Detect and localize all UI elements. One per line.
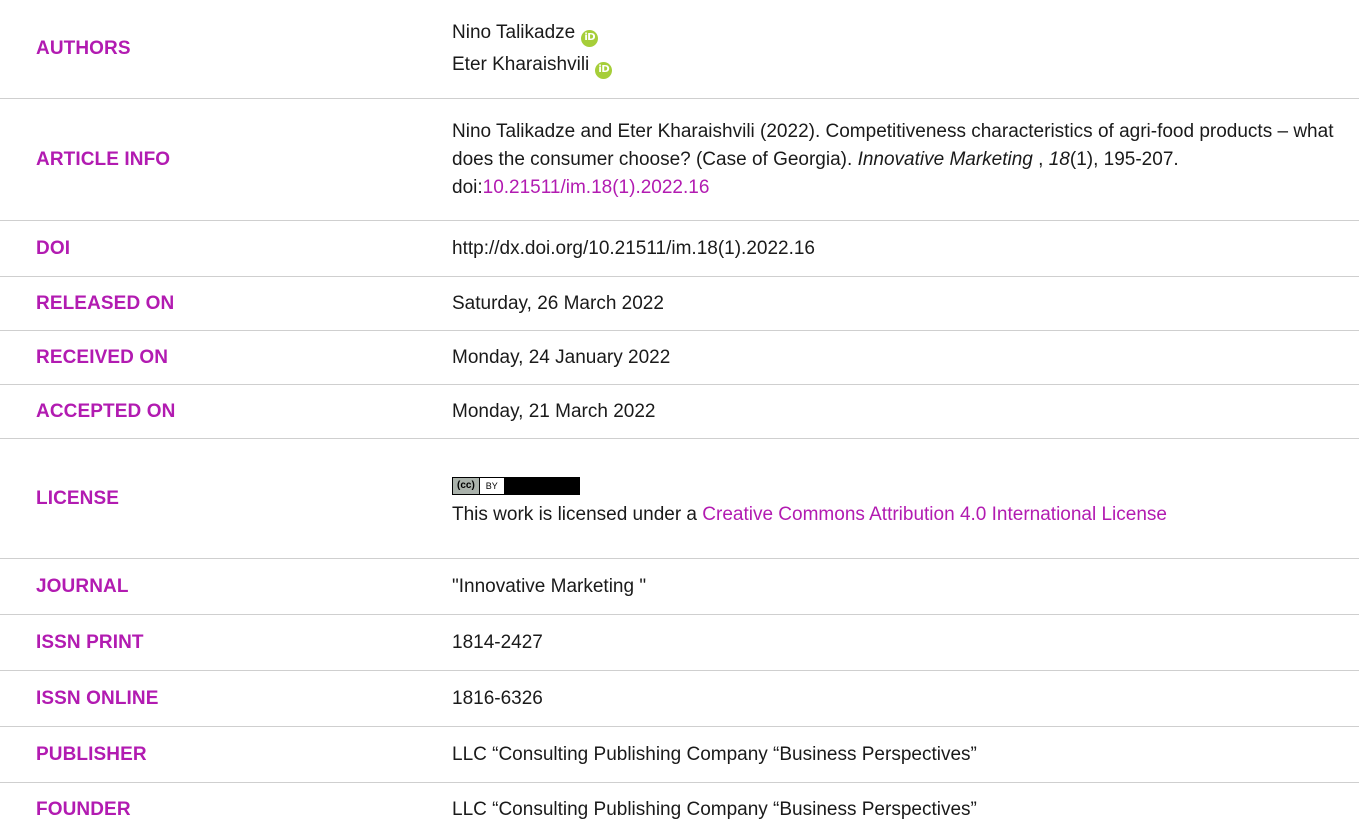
row-accepted-on: ACCEPTED ON Monday, 21 March 2022 [0,384,1359,438]
citation-sep: , [1032,148,1049,170]
received-value: Monday, 24 January 2022 [452,346,671,368]
citation-doi-link[interactable]: 10.21511/im.18(1).2022.16 [483,177,710,198]
article-info-label: ARTICLE INFO [36,148,171,170]
license-link[interactable]: Creative Commons Attribution 4.0 Interna… [702,504,1167,525]
row-issn-online: ISSN ONLINE 1816-6326 [0,670,1359,726]
author-item[interactable]: Eter Kharaishvili iD [452,51,1339,79]
founder-label: FOUNDER [36,799,131,820]
issn-print-label: ISSN PRINT [36,631,144,653]
license-text: This work is licensed under a Creative C… [452,501,1339,529]
author-name[interactable]: Nino Talikadze [452,22,575,43]
author-name[interactable]: Eter Kharaishvili [452,54,589,75]
cc-by-badge-icon[interactable]: (cc) BY [452,476,580,495]
publisher-label: PUBLISHER [36,743,147,765]
accepted-value: Monday, 21 March 2022 [452,400,656,422]
publisher-value: LLC “Consulting Publishing Company “Busi… [452,743,977,765]
row-license: LICENSE (cc) BY This work is licensed un… [0,438,1359,558]
row-publisher: PUBLISHER LLC “Consulting Publishing Com… [0,726,1359,782]
cc-logo: (cc) [453,477,480,494]
row-journal: JOURNAL "Innovative Marketing " [0,558,1359,614]
doi-label: DOI [36,237,71,259]
doi-value[interactable]: http://dx.doi.org/10.21511/im.18(1).2022… [452,221,1339,276]
released-label: RELEASED ON [36,292,175,314]
journal-label: JOURNAL [36,575,129,597]
cc-by-mark: BY [479,477,504,494]
orcid-icon[interactable]: iD [595,61,613,79]
citation-journal: Innovative Marketing [857,148,1033,170]
citation-text: Nino Talikadze and Eter Kharaishvili (20… [452,118,1339,202]
journal-value: "Innovative Marketing " [452,575,647,597]
row-article-info: ARTICLE INFO Nino Talikadze and Eter Kha… [0,98,1359,220]
issn-print-value: 1814-2427 [452,631,543,653]
row-doi: DOI http://dx.doi.org/10.21511/im.18(1).… [0,220,1359,276]
row-received-on: RECEIVED ON Monday, 24 January 2022 [0,330,1359,384]
license-label: LICENSE [36,487,120,509]
row-authors: AUTHORS Nino Talikadze iD Eter Kharaishvi… [0,0,1359,98]
released-value: Saturday, 26 March 2022 [452,292,664,314]
accepted-label: ACCEPTED ON [36,400,176,422]
authors-value: Nino Talikadze iD Eter Kharaishvili iD [452,0,1339,98]
row-released-on: RELEASED ON Saturday, 26 March 2022 [0,276,1359,330]
issn-online-value: 1816-6326 [452,687,543,709]
article-info-value: Nino Talikadze and Eter Kharaishvili (20… [452,99,1339,220]
author-item[interactable]: Nino Talikadze iD [452,19,1339,47]
row-issn-print: ISSN PRINT 1814-2427 [0,614,1359,670]
issn-online-label: ISSN ONLINE [36,687,159,709]
article-metadata-table: AUTHORS Nino Talikadze iD Eter Kharaishvi… [0,0,1359,837]
authors-label: AUTHORS [36,38,131,59]
received-label: RECEIVED ON [36,346,169,368]
license-value: (cc) BY This work is licensed under a Cr… [452,439,1339,558]
founder-value: LLC “Consulting Publishing Company “Busi… [452,799,977,820]
orcid-icon[interactable]: iD [581,29,599,47]
citation-volume: 18 [1048,148,1070,170]
row-founder: FOUNDER LLC “Consulting Publishing Compa… [0,782,1359,837]
license-text-prefix: This work is licensed under a [452,503,703,525]
